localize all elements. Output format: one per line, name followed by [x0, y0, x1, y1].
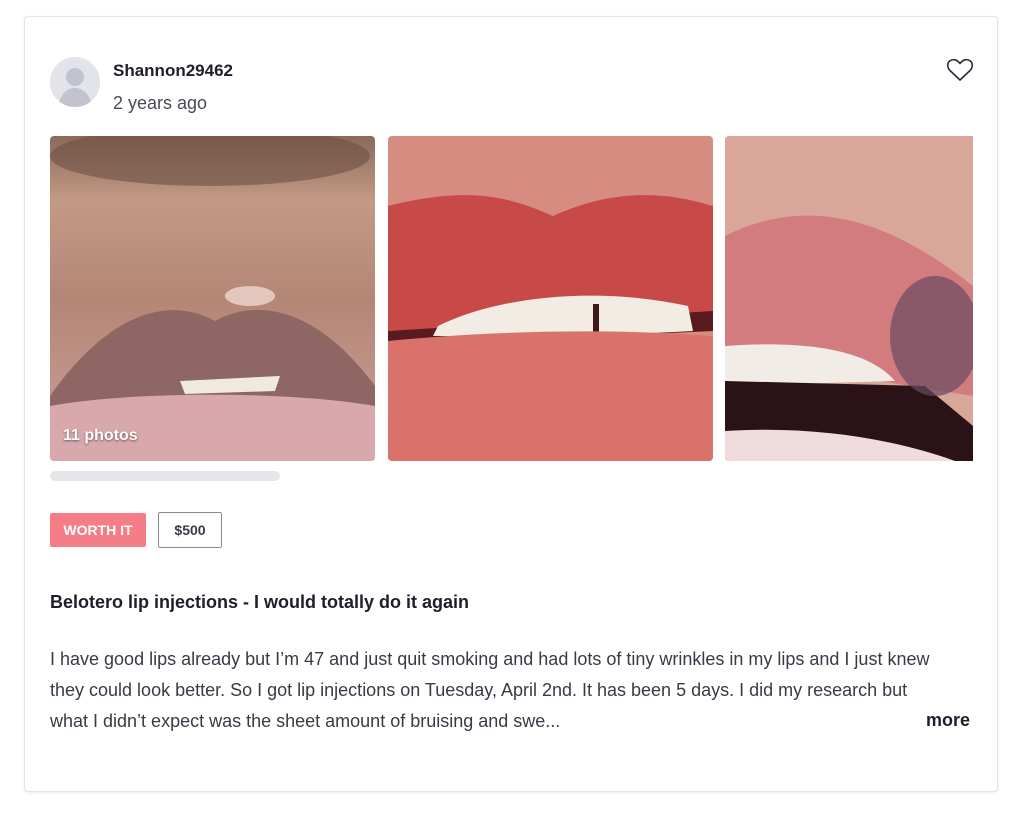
price-badge: $500 [158, 512, 222, 548]
review-photo[interactable] [725, 136, 973, 461]
username[interactable]: Shannon29462 [113, 61, 233, 81]
review-body: I have good lips already but I’m 47 and … [50, 649, 930, 731]
avatar-placeholder-icon [50, 57, 100, 107]
lip-photo-3 [725, 136, 973, 461]
worth-it-badge: WORTH IT [50, 513, 146, 547]
review-photo[interactable] [388, 136, 713, 461]
review-photo[interactable]: 11 photos [50, 136, 375, 461]
lip-photo-2 [388, 136, 713, 461]
favorite-button[interactable] [945, 55, 975, 85]
review-title[interactable]: Belotero lip injections - I would totall… [50, 592, 469, 613]
heart-icon [946, 58, 974, 81]
review-timestamp: 2 years ago [113, 93, 208, 113]
gallery-scrollbar[interactable] [50, 471, 280, 481]
lip-photo-1 [50, 136, 375, 461]
more-link[interactable]: more [926, 710, 970, 731]
avatar[interactable] [50, 57, 100, 107]
photo-gallery: 11 photos [50, 136, 973, 461]
photo-count-label: 11 photos [63, 427, 138, 444]
review-card: Shannon29462 2 years ago 11 photos WORTH… [24, 16, 998, 792]
